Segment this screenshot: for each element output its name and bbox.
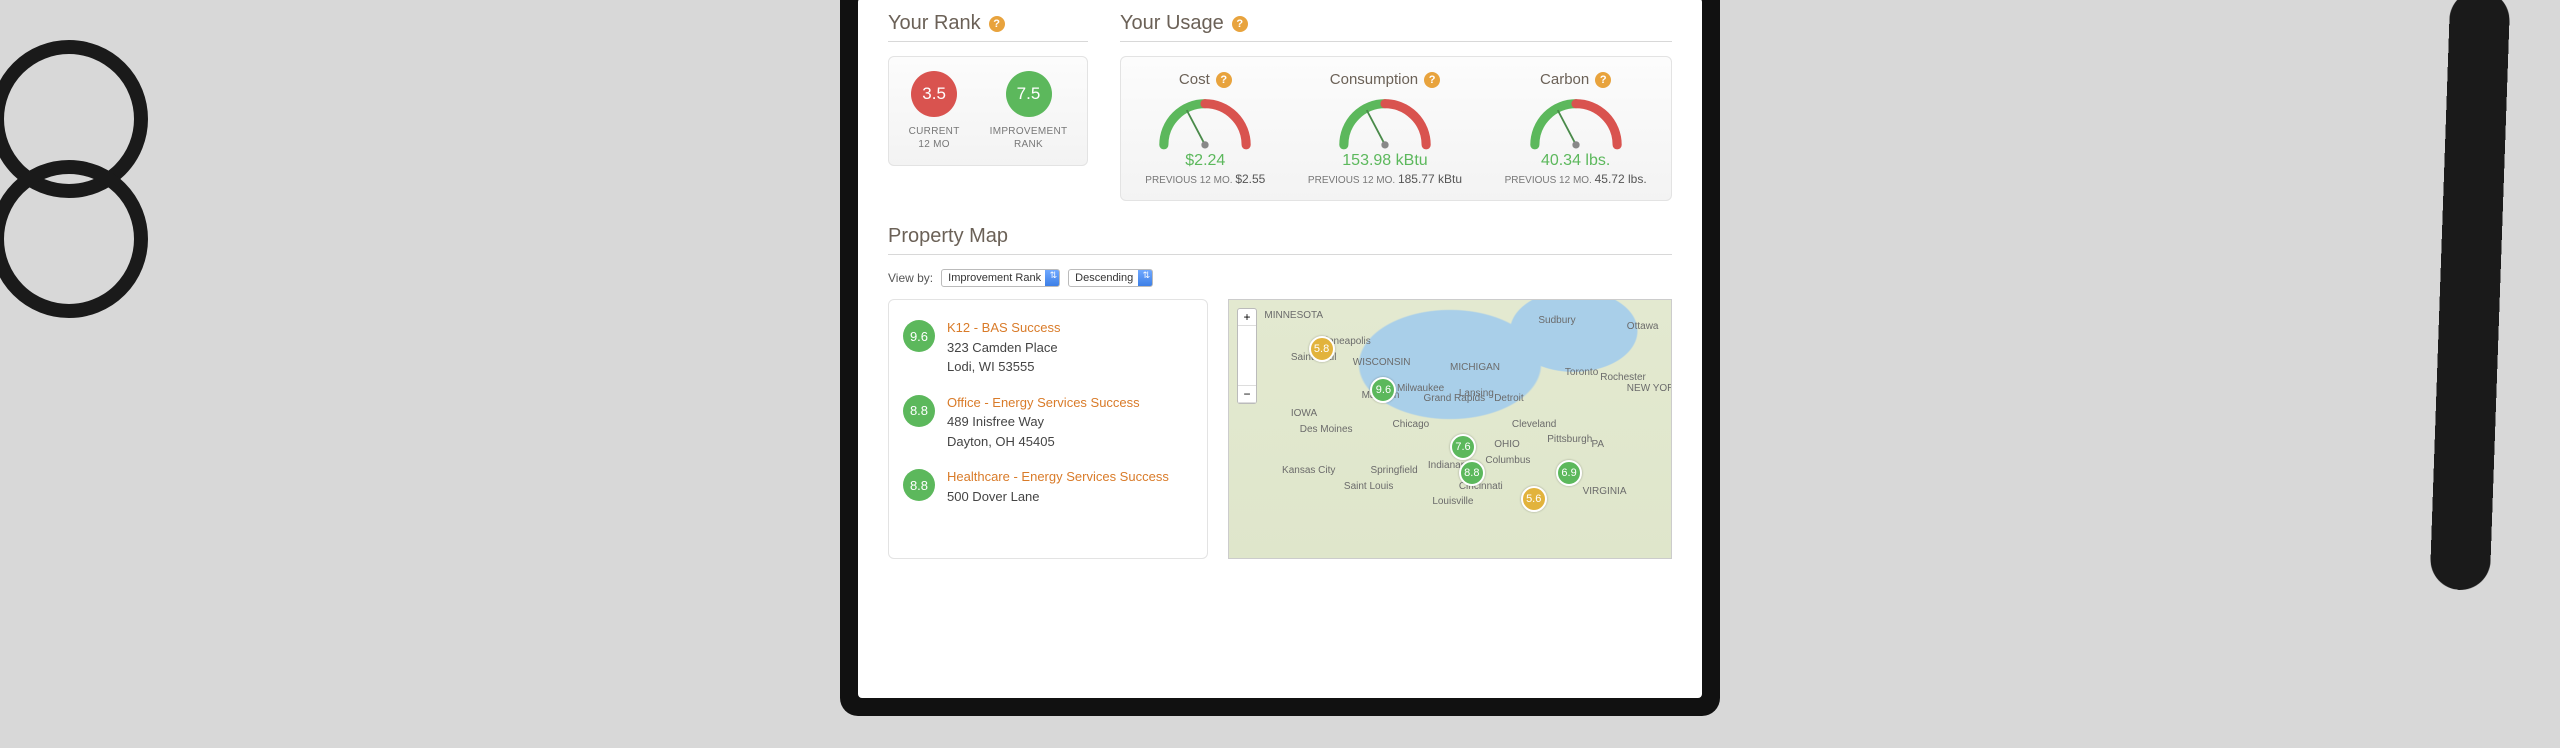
- property-info: Healthcare - Energy Services Success 500…: [947, 467, 1169, 506]
- property-name[interactable]: K12 - BAS Success: [947, 318, 1060, 338]
- usage-title-text: Your Usage: [1120, 12, 1224, 35]
- view-by-label: View by:: [888, 271, 933, 285]
- property-score-badge: 9.6: [903, 320, 935, 352]
- property-address-line2: Dayton, OH 45405: [947, 432, 1140, 452]
- property-info: Office - Energy Services Success 489 Ini…: [947, 393, 1140, 452]
- zoom-slider[interactable]: [1238, 326, 1256, 386]
- property-list: 9.6 K12 - BAS Success 323 Camden Place L…: [888, 299, 1208, 559]
- map-city-label: Pittsburgh: [1547, 434, 1592, 445]
- map-pin[interactable]: 8.8: [1459, 460, 1485, 486]
- rank-improvement-label: IMPROVEMENT RANK: [990, 125, 1068, 151]
- app-screen: Your Rank ? 3.5 CURRENT 12 MO 7.5 IMPROV…: [858, 0, 1702, 698]
- property-address-line1: 500 Dover Lane: [947, 487, 1169, 507]
- divider: [1120, 41, 1672, 42]
- zoom-out-button[interactable]: −: [1238, 386, 1256, 403]
- divider: [888, 41, 1088, 42]
- desk-pen-prop: [2430, 0, 2511, 591]
- property-address-line2: Lodi, WI 53555: [947, 357, 1060, 377]
- view-by-controls: View by: Improvement Rank Descending: [888, 269, 1672, 287]
- map-city-label: Cleveland: [1512, 419, 1556, 430]
- map-city-label: Grand Rapids: [1423, 393, 1485, 404]
- sort-field-select[interactable]: Improvement Rank: [941, 269, 1060, 287]
- property-name[interactable]: Healthcare - Energy Services Success: [947, 467, 1169, 487]
- gauge-title: Consumption ?: [1308, 71, 1462, 88]
- map-city-label: Sudbury: [1538, 315, 1575, 326]
- property-score-badge: 8.8: [903, 469, 935, 501]
- gauge-name: Carbon: [1540, 71, 1589, 88]
- property-address-line1: 489 Inisfree Way: [947, 412, 1140, 432]
- list-item[interactable]: 8.8 Healthcare - Energy Services Success…: [903, 459, 1193, 514]
- map-city-label: MICHIGAN: [1450, 362, 1500, 373]
- help-icon[interactable]: ?: [1424, 72, 1440, 88]
- list-item[interactable]: 9.6 K12 - BAS Success 323 Camden Place L…: [903, 310, 1193, 385]
- usage-panel: Cost ? $2.24 PREVIOUS 12 MO. $2.55 Consu…: [1120, 56, 1672, 201]
- map-pin[interactable]: 5.8: [1309, 336, 1335, 362]
- map-city-label: Saint Louis: [1344, 481, 1393, 492]
- gauge-value: 153.98 kBtu: [1308, 152, 1462, 170]
- sort-direction-select[interactable]: Descending: [1068, 269, 1153, 287]
- map-city-label: Louisville: [1432, 496, 1473, 507]
- gauge-title: Carbon ?: [1505, 71, 1647, 88]
- desk-glasses-prop: [0, 40, 160, 280]
- map-city-label: PA: [1591, 439, 1604, 450]
- map-city-label: WISCONSIN: [1353, 357, 1411, 368]
- gauge-previous: PREVIOUS 12 MO. $2.55: [1145, 172, 1265, 186]
- list-item[interactable]: 8.8 Office - Energy Services Success 489…: [903, 385, 1193, 460]
- map-city-label: Ottawa: [1627, 321, 1659, 332]
- rank-title: Your Rank ?: [888, 12, 1088, 41]
- rank-title-text: Your Rank: [888, 12, 981, 35]
- map-city-label: Des Moines: [1300, 424, 1353, 435]
- gauge-value: 40.34 lbs.: [1505, 152, 1647, 170]
- map[interactable]: + − MINNESOTAMinneapolisSaint PaulWISCON…: [1228, 299, 1672, 559]
- map-city-label: Detroit: [1494, 393, 1523, 404]
- rank-current: 3.5 CURRENT 12 MO: [909, 71, 960, 151]
- map-city-label: Springfield: [1370, 465, 1417, 476]
- gauge-carbon: Carbon ? 40.34 lbs. PREVIOUS 12 MO. 45.7…: [1505, 71, 1647, 186]
- property-address-line1: 323 Camden Place: [947, 338, 1060, 358]
- help-icon[interactable]: ?: [1232, 16, 1248, 32]
- gauge-value: $2.24: [1145, 152, 1265, 170]
- usage-title: Your Usage ?: [1120, 12, 1672, 41]
- rank-panel: 3.5 CURRENT 12 MO 7.5 IMPROVEMENT RANK: [888, 56, 1088, 166]
- map-city-label: NEW YORK: [1627, 383, 1672, 394]
- map-zoom-control[interactable]: + −: [1237, 308, 1257, 404]
- divider: [888, 254, 1672, 255]
- help-icon[interactable]: ?: [1216, 72, 1232, 88]
- map-city-label: IOWA: [1291, 408, 1317, 419]
- gauge-previous: PREVIOUS 12 MO. 185.77 kBtu: [1308, 172, 1462, 186]
- gauge-cost: Cost ? $2.24 PREVIOUS 12 MO. $2.55: [1145, 71, 1265, 186]
- gauge-title: Cost ?: [1145, 71, 1265, 88]
- property-score-badge: 8.8: [903, 395, 935, 427]
- map-city-label: Kansas City: [1282, 465, 1335, 476]
- rank-improvement: 7.5 IMPROVEMENT RANK: [990, 71, 1068, 151]
- map-city-label: OHIO: [1494, 439, 1520, 450]
- gauge-name: Cost: [1179, 71, 1210, 88]
- map-city-label: VIRGINIA: [1583, 486, 1627, 497]
- gauge-previous: PREVIOUS 12 MO. 45.72 lbs.: [1505, 172, 1647, 186]
- map-city-label: MINNESOTA: [1264, 310, 1323, 321]
- help-icon[interactable]: ?: [1595, 72, 1611, 88]
- property-map-title-text: Property Map: [888, 225, 1008, 248]
- rank-improvement-value: 7.5: [1006, 71, 1052, 117]
- gauge-consumption: Consumption ? 153.98 kBtu PREVIOUS 12 MO…: [1308, 71, 1462, 186]
- map-city-label: Columbus: [1485, 455, 1530, 466]
- map-city-label: Chicago: [1393, 419, 1430, 430]
- property-name[interactable]: Office - Energy Services Success: [947, 393, 1140, 413]
- map-city-label: Toronto: [1565, 367, 1598, 378]
- help-icon[interactable]: ?: [989, 16, 1005, 32]
- zoom-in-button[interactable]: +: [1238, 309, 1256, 326]
- property-info: K12 - BAS Success 323 Camden Place Lodi,…: [947, 318, 1060, 377]
- rank-current-label: CURRENT 12 MO: [909, 125, 960, 151]
- rank-current-value: 3.5: [911, 71, 957, 117]
- gauge-name: Consumption: [1330, 71, 1418, 88]
- tablet-frame: Your Rank ? 3.5 CURRENT 12 MO 7.5 IMPROV…: [840, 0, 1720, 716]
- property-map-title: Property Map: [888, 225, 1672, 254]
- map-pin[interactable]: 6.9: [1556, 460, 1582, 486]
- map-pin[interactable]: 5.6: [1521, 486, 1547, 512]
- map-background: [1229, 300, 1671, 558]
- map-pin[interactable]: 7.6: [1450, 434, 1476, 460]
